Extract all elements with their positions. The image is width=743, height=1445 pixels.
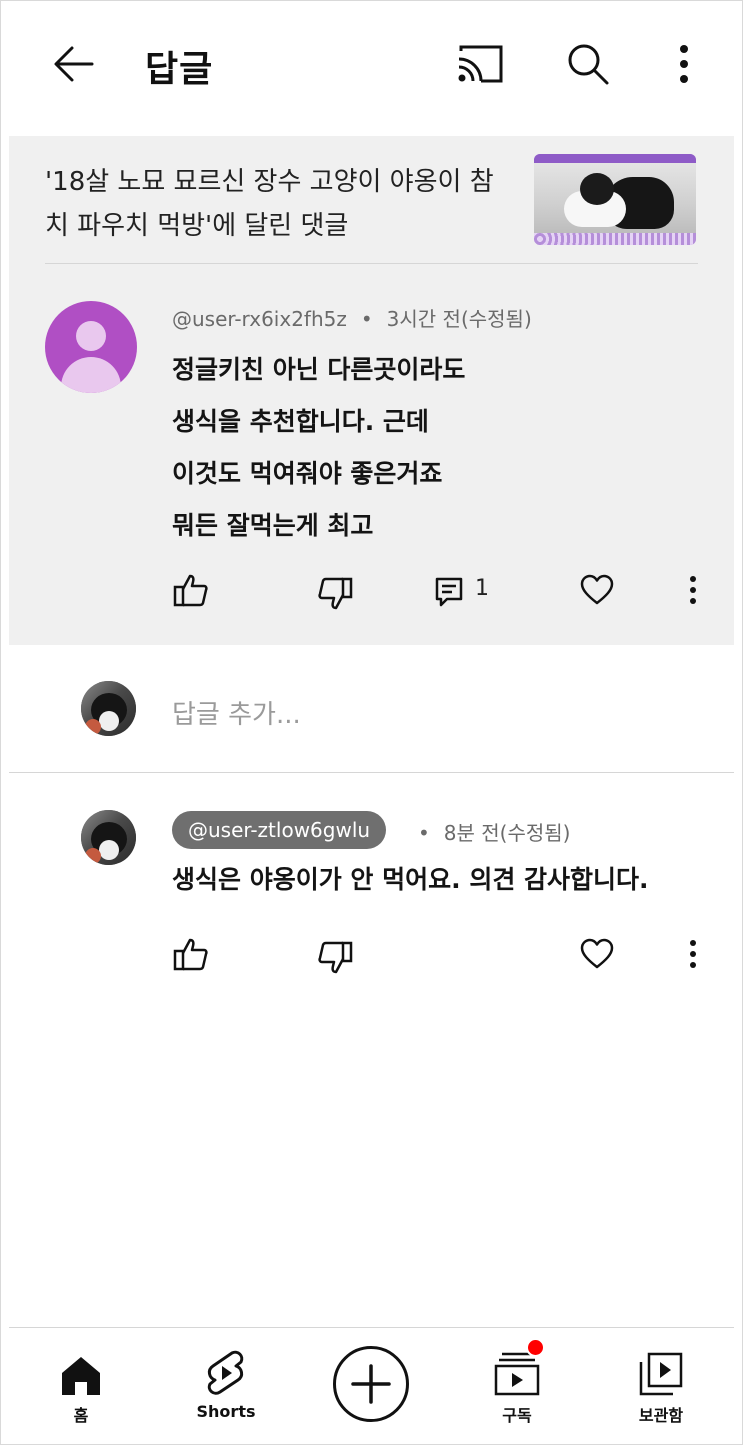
comment-icon bbox=[435, 577, 463, 607]
highlighted-comment-card: '18살 노묘 묘르신 장수 고양이 야옹이 참치 파우치 먹방'에 달린 댓글… bbox=[9, 136, 734, 645]
avatar[interactable] bbox=[81, 681, 136, 736]
thumbs-down-icon bbox=[318, 941, 353, 974]
arrow-left-icon bbox=[54, 46, 94, 82]
more-vertical-icon bbox=[680, 45, 688, 83]
video-thumbnail[interactable] bbox=[534, 154, 696, 245]
comment-text: 정글키친 아닌 다른곳이라도 생식을 추천합니다. 근데 이것도 먹여줘야 좋은… bbox=[172, 344, 465, 552]
reply-meta: • 8분 전(수정됨) bbox=[418, 817, 570, 846]
heart-icon bbox=[580, 938, 614, 969]
library-icon bbox=[639, 1352, 683, 1396]
subscriptions-icon bbox=[494, 1352, 540, 1396]
heart-button[interactable] bbox=[575, 568, 619, 612]
reply-button[interactable] bbox=[427, 570, 471, 614]
nav-item-shorts[interactable]: Shorts bbox=[166, 1330, 286, 1440]
dislike-button[interactable] bbox=[313, 936, 357, 980]
nav-label: Shorts bbox=[196, 1402, 256, 1421]
page-title: 답글 bbox=[145, 49, 214, 90]
search-button[interactable] bbox=[562, 38, 614, 90]
notification-badge bbox=[526, 1338, 545, 1357]
thumbs-down-icon bbox=[318, 577, 353, 610]
comment-line: 정글키친 아닌 다른곳이라도 bbox=[172, 355, 466, 384]
create-button[interactable] bbox=[333, 1346, 409, 1422]
cast-icon bbox=[458, 45, 503, 83]
bottom-navigation: 홈 Shorts 구독 보관함 bbox=[0, 1330, 743, 1445]
reply-time: 8분 전(수정됨) bbox=[443, 821, 571, 845]
thumbnail-image bbox=[534, 163, 696, 233]
nav-label: 홈 bbox=[73, 1406, 89, 1425]
shorts-icon bbox=[207, 1350, 244, 1395]
comment-line: 이것도 먹여줘야 좋은거죠 bbox=[172, 459, 443, 488]
divider bbox=[9, 1327, 734, 1328]
nav-label: 보관함 bbox=[638, 1406, 684, 1425]
separator-dot: • bbox=[360, 307, 373, 331]
video-title-context[interactable]: '18살 노묘 묘르신 장수 고양이 야옹이 참치 파우치 먹방'에 달린 댓글 bbox=[45, 160, 505, 248]
like-button[interactable] bbox=[169, 568, 213, 612]
reply-author-badge[interactable]: @user-ztlow6gwlu bbox=[172, 811, 387, 849]
more-vertical-icon bbox=[690, 940, 696, 968]
add-reply-row: 답글 추가... bbox=[0, 660, 743, 770]
comment-author[interactable]: @user-rx6ix2fh5z bbox=[172, 307, 347, 331]
nav-item-library[interactable]: 보관함 bbox=[601, 1330, 721, 1440]
create-plus-icon bbox=[351, 1364, 391, 1404]
avatar[interactable] bbox=[45, 301, 137, 393]
separator-dot: • bbox=[418, 821, 430, 845]
comment-more-button[interactable] bbox=[677, 568, 709, 612]
nav-label: 구독 bbox=[502, 1406, 532, 1425]
reply-text: 생식은 야옹이가 안 먹어요. 의견 감사합니다. bbox=[172, 865, 649, 894]
nav-item-home[interactable]: 홈 bbox=[21, 1330, 141, 1440]
reply-count: 1 bbox=[475, 576, 489, 601]
search-icon bbox=[568, 44, 609, 85]
comment-time: 3시간 전(수정됨) bbox=[386, 307, 532, 331]
dislike-button[interactable] bbox=[313, 572, 357, 616]
comment-meta: @user-rx6ix2fh5z • 3시간 전(수정됨) bbox=[172, 303, 532, 332]
add-reply-input[interactable]: 답글 추가... bbox=[172, 694, 301, 731]
thumbs-up-icon bbox=[173, 938, 208, 971]
divider bbox=[9, 772, 734, 773]
heart-icon bbox=[580, 574, 614, 605]
nav-item-subscriptions[interactable]: 구독 bbox=[457, 1330, 577, 1440]
back-button[interactable] bbox=[48, 38, 100, 90]
more-vertical-icon bbox=[690, 576, 696, 604]
thumbs-up-icon bbox=[173, 574, 208, 607]
cast-button[interactable] bbox=[454, 38, 506, 90]
home-icon bbox=[62, 1357, 100, 1395]
avatar[interactable] bbox=[81, 810, 136, 865]
reply-more-button[interactable] bbox=[677, 932, 709, 976]
like-button[interactable] bbox=[169, 932, 213, 976]
heart-button[interactable] bbox=[575, 932, 619, 976]
comment-line: 뭐든 잘먹는게 최고 bbox=[172, 511, 374, 540]
more-options-button[interactable] bbox=[658, 38, 710, 90]
comment-line: 생식을 추천합니다. 근데 bbox=[172, 407, 429, 436]
divider bbox=[45, 263, 698, 264]
top-app-bar: 답글 bbox=[0, 0, 743, 130]
thumbnail-caption-strip bbox=[534, 154, 696, 163]
